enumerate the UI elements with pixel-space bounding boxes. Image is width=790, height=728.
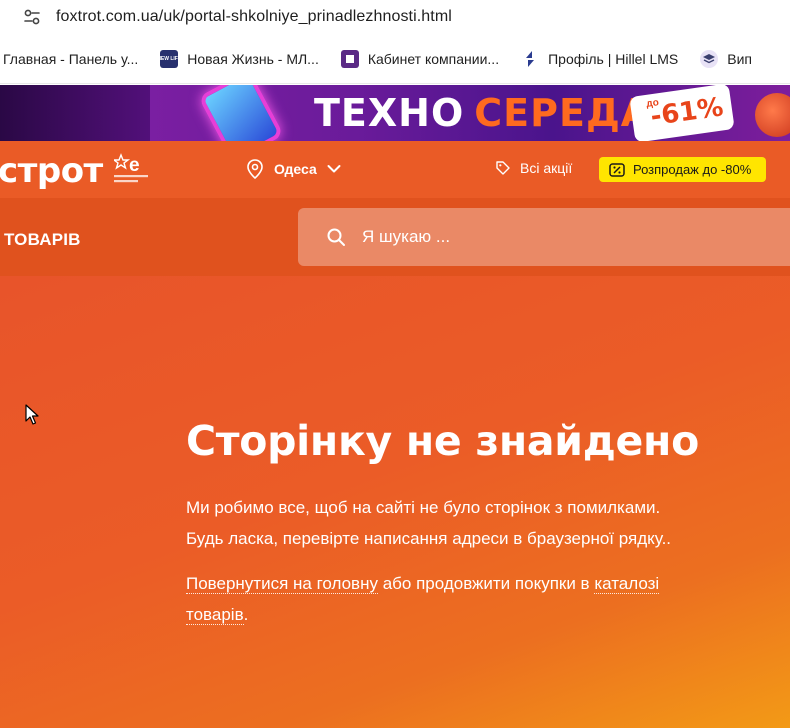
bookmark-label: Профіль | Hillel LMS bbox=[548, 50, 679, 67]
home-link[interactable]: Повернутися на головну bbox=[186, 574, 378, 594]
location-pin-icon bbox=[247, 159, 263, 179]
euronics-logo-icon: e bbox=[114, 153, 148, 183]
links-middle-text: або продовжити покупки в bbox=[377, 574, 595, 593]
error-line-1: Ми робимо все, щоб на сайті не було стор… bbox=[186, 498, 661, 517]
all-promos-link[interactable]: Всі акції bbox=[496, 160, 572, 176]
page-title: Сторінку не знайдено bbox=[186, 417, 699, 465]
square-icon bbox=[340, 49, 359, 68]
address-bar[interactable]: foxtrot.com.ua/uk/portal-shkolniye_prina… bbox=[0, 0, 790, 34]
sale-button[interactable]: Розпродаж до -80% bbox=[599, 157, 766, 182]
phone-illustration bbox=[198, 85, 284, 141]
catalog-link-continued[interactable]: товарів bbox=[186, 605, 244, 625]
error-line-2: Будь ласка, перевірте написання адреси в… bbox=[186, 529, 672, 548]
new-life-icon: NEW LIFE bbox=[157, 49, 181, 68]
catalog-link[interactable]: каталозі bbox=[594, 574, 660, 594]
search-icon bbox=[327, 228, 345, 246]
nav-bar: ТОВАРІВ Я шукаю ... bbox=[0, 198, 790, 276]
bookmarks-bar: Главная - Панель у... NEW LIFE Новая Жиз… bbox=[0, 34, 790, 84]
links-end-text: . bbox=[243, 605, 249, 624]
bookmark-item[interactable]: NEW LIFE Новая Жизнь - МЛ... bbox=[157, 49, 319, 68]
search-input[interactable]: Я шукаю ... bbox=[298, 208, 790, 266]
percent-coupon-icon bbox=[609, 162, 625, 177]
svg-text:e: e bbox=[129, 155, 140, 176]
bookmark-label: Новая Жизнь - МЛ... bbox=[187, 50, 319, 67]
bookmark-label: Кабинет компании... bbox=[367, 50, 500, 67]
url-text[interactable]: foxtrot.com.ua/uk/portal-shkolniye_prina… bbox=[56, 8, 452, 26]
city-selector[interactable]: Одеса bbox=[246, 159, 341, 179]
city-label: Одеса bbox=[274, 161, 317, 177]
bookmark-label: Главная - Панель у... bbox=[3, 50, 139, 67]
hillel-icon bbox=[521, 50, 539, 68]
banner-title: ТЕХНО СЕРЕДА bbox=[314, 91, 652, 135]
stack-icon bbox=[700, 49, 719, 68]
sale-label: Розпродаж до -80% bbox=[633, 162, 752, 177]
chevron-down-icon bbox=[327, 165, 341, 173]
catalog-button[interactable]: ТОВАРІВ bbox=[4, 230, 81, 250]
site-logo[interactable]: строт bbox=[0, 151, 103, 191]
bookmark-item[interactable]: Кабинет компании... bbox=[340, 49, 500, 68]
site-info-icon[interactable] bbox=[22, 7, 42, 27]
error-page: Сторінку не знайдено Ми робимо все, щоб … bbox=[0, 276, 790, 728]
error-links: Повернутися на головну або продовжити по… bbox=[186, 568, 660, 630]
bookmark-item[interactable]: Главная - Панель у... bbox=[3, 51, 138, 67]
mouse-cursor-icon bbox=[25, 404, 39, 425]
bookmark-item[interactable]: Вип bbox=[700, 49, 752, 68]
bookmark-item[interactable]: Профіль | Hillel LMS bbox=[521, 50, 678, 68]
tag-icon bbox=[496, 161, 510, 175]
promos-label: Всі акції bbox=[520, 160, 573, 176]
mascot-illustration bbox=[755, 93, 790, 137]
bookmark-label: Вип bbox=[727, 50, 752, 67]
search-placeholder: Я шукаю ... bbox=[362, 227, 451, 246]
error-description: Ми робимо все, щоб на сайті не було стор… bbox=[186, 492, 671, 554]
